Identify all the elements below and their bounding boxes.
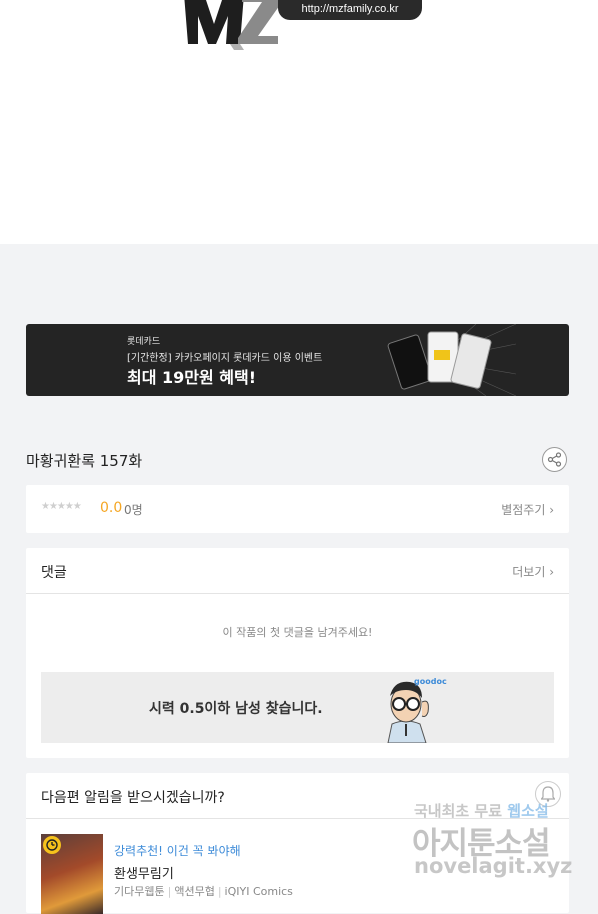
clock-icon: [46, 839, 58, 851]
mzfamily-logo: http://mzfamily.co.kr: [182, 0, 427, 54]
series-tag: iQIYI Comics: [224, 885, 293, 898]
series-tag: 기다무웹툰: [114, 885, 165, 898]
series-thumbnail[interactable]: [41, 834, 103, 914]
rating-card: ★★★★★ 0.0 0명 별점주기 ›: [26, 485, 569, 533]
card-promo-image-icon: [387, 324, 516, 396]
banner-subtitle: [기간한정] 카카오페이지 롯데카드 이용 이벤트: [127, 353, 323, 364]
comment-header: 댓글 더보기 ›: [26, 548, 569, 594]
previous-content-area: http://mzfamily.co.kr: [0, 0, 598, 244]
comment-ad-brand: goodoc: [414, 677, 447, 686]
ad-banner[interactable]: 롯데카드 [기간한정] 카카오페이지 롯데카드 이용 이벤트 최대 19만원 혜…: [26, 324, 569, 396]
comment-ad[interactable]: 시력 0.5이하 남성 찾습니다. goodoc: [41, 672, 554, 743]
episode-title: 마황귀환록 157화: [26, 452, 143, 470]
recommend-label: 강력추천! 이건 꼭 봐야해: [114, 844, 241, 858]
next-episode-title: 다음편 알림을 받으시겠습니까?: [41, 790, 225, 806]
rating-score: 0.0: [100, 500, 123, 516]
series-tag: 액션무협: [174, 885, 215, 898]
banner-brand: 롯데카드: [127, 337, 161, 347]
share-icon: [547, 452, 562, 467]
comment-title: 댓글: [41, 565, 67, 581]
series-title[interactable]: 환생무림기: [114, 863, 174, 882]
tag-separator: |: [217, 885, 222, 898]
tag-separator: |: [167, 885, 172, 898]
comment-ad-text: 시력 0.5이하 남성 찾습니다.: [149, 701, 323, 717]
rating-count: 0명: [124, 503, 143, 517]
series-tags: 기다무웹툰 | 액션무협 | iQIYI Comics: [114, 883, 293, 899]
banner-headline: 최대 19만원 혜택!: [127, 368, 257, 387]
rating-stars: ★★★★★: [41, 501, 82, 512]
comment-card: 댓글 더보기 › 이 작품의 첫 댓글을 남겨주세요! 시력 0.5이하 남성 …: [26, 548, 569, 758]
share-button[interactable]: [542, 447, 567, 472]
mz-logo-mark-icon: [184, 0, 282, 50]
rate-button[interactable]: 별점주기 ›: [501, 501, 554, 518]
next-episode-header: 다음편 알림을 받으시겠습니까?: [26, 773, 569, 819]
comment-empty-message: 이 작품의 첫 댓글을 남겨주세요!: [222, 626, 373, 639]
next-episode-card: 다음편 알림을 받으시겠습니까? 강력추천! 이건 꼭 봐야해 환생무림기 기다…: [26, 773, 569, 914]
bell-icon: [541, 786, 555, 802]
wait-free-badge: [43, 836, 61, 854]
logo-url-text: http://mzfamily.co.kr: [278, 0, 422, 20]
comment-more-link[interactable]: 더보기 ›: [512, 563, 554, 580]
notification-bell-button[interactable]: [535, 781, 561, 807]
